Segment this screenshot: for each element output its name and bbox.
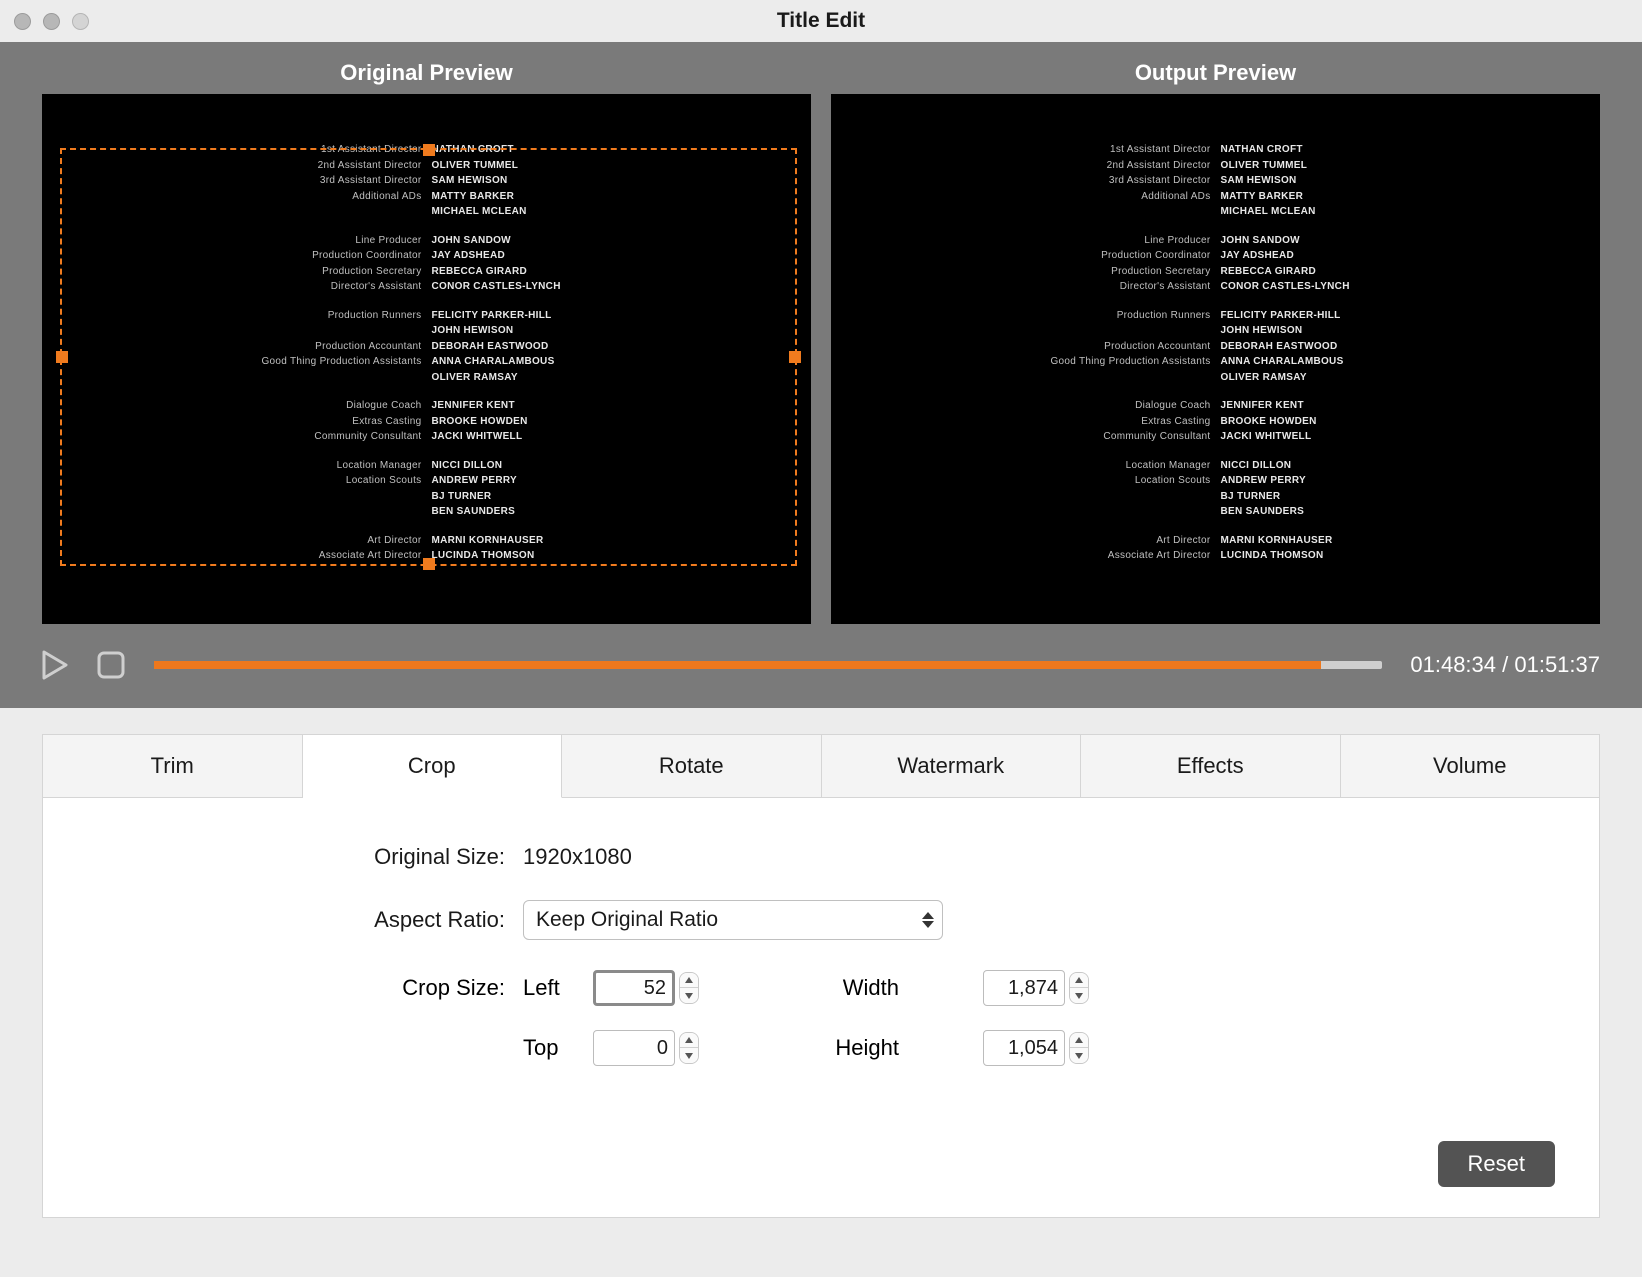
timecode: 01:48:34 / 01:51:37 — [1410, 652, 1600, 678]
reset-button[interactable]: Reset — [1438, 1141, 1555, 1187]
tab-watermark[interactable]: Watermark — [822, 735, 1082, 797]
tab-bar: TrimCropRotateWatermarkEffectsVolume — [42, 734, 1600, 798]
crop-handle-top[interactable] — [423, 144, 435, 156]
tab-volume[interactable]: Volume — [1341, 735, 1600, 797]
aspect-ratio-label: Aspect Ratio: — [103, 907, 523, 933]
height-label: Height — [713, 1035, 913, 1061]
minimize-window-button[interactable] — [43, 13, 60, 30]
crop-handle-bottom[interactable] — [423, 558, 435, 570]
aspect-ratio-value: Keep Original Ratio — [536, 908, 718, 932]
window-controls — [0, 13, 89, 30]
original-size-value: 1920x1080 — [523, 844, 632, 870]
crop-handle-right[interactable] — [789, 351, 801, 363]
crop-tab-content: Original Size: 1920x1080 Aspect Ratio: K… — [42, 798, 1600, 1218]
tab-trim[interactable]: Trim — [43, 735, 303, 797]
timeline-progress — [154, 661, 1321, 669]
width-label: Width — [713, 975, 913, 1001]
play-button[interactable] — [42, 650, 68, 680]
left-label: Left — [523, 975, 593, 1001]
crop-selection[interactable] — [60, 148, 797, 566]
crop-handle-left[interactable] — [56, 351, 68, 363]
zoom-window-button[interactable] — [72, 13, 89, 30]
timeline-scrubber[interactable] — [154, 661, 1382, 669]
left-input[interactable] — [593, 970, 675, 1006]
aspect-ratio-select[interactable]: Keep Original Ratio — [523, 900, 943, 940]
time-current: 01:48:34 — [1410, 652, 1496, 677]
window-title: Title Edit — [0, 9, 1642, 33]
bottom-panel: TrimCropRotateWatermarkEffectsVolume Ori… — [0, 708, 1642, 1254]
top-label: Top — [523, 1035, 593, 1061]
height-stepper[interactable] — [1069, 1032, 1089, 1064]
close-window-button[interactable] — [14, 13, 31, 30]
original-preview[interactable]: 1st Assistant DirectorNATHAN CROFT2nd As… — [42, 94, 811, 624]
left-stepper[interactable] — [679, 972, 699, 1004]
time-total: 01:51:37 — [1514, 652, 1600, 677]
output-preview: 1st Assistant DirectorNATHAN CROFT2nd As… — [831, 94, 1600, 624]
top-stepper[interactable] — [679, 1032, 699, 1064]
tab-crop[interactable]: Crop — [303, 735, 563, 798]
stop-button[interactable] — [96, 650, 126, 680]
transport-controls: 01:48:34 / 01:51:37 — [42, 624, 1600, 680]
width-input[interactable] — [983, 970, 1065, 1006]
crop-size-label: Crop Size: — [103, 975, 523, 1001]
original-size-label: Original Size: — [103, 844, 523, 870]
top-input[interactable] — [593, 1030, 675, 1066]
original-preview-label: Original Preview — [42, 60, 811, 94]
chevron-updown-icon — [922, 912, 934, 928]
credits-output: 1st Assistant DirectorNATHAN CROFT2nd As… — [831, 144, 1600, 563]
tab-effects[interactable]: Effects — [1081, 735, 1341, 797]
width-stepper[interactable] — [1069, 972, 1089, 1004]
titlebar: Title Edit — [0, 0, 1642, 42]
height-input[interactable] — [983, 1030, 1065, 1066]
preview-area: Original Preview Output Preview 1st Assi… — [0, 42, 1642, 708]
tab-rotate[interactable]: Rotate — [562, 735, 822, 797]
output-preview-label: Output Preview — [831, 60, 1600, 94]
